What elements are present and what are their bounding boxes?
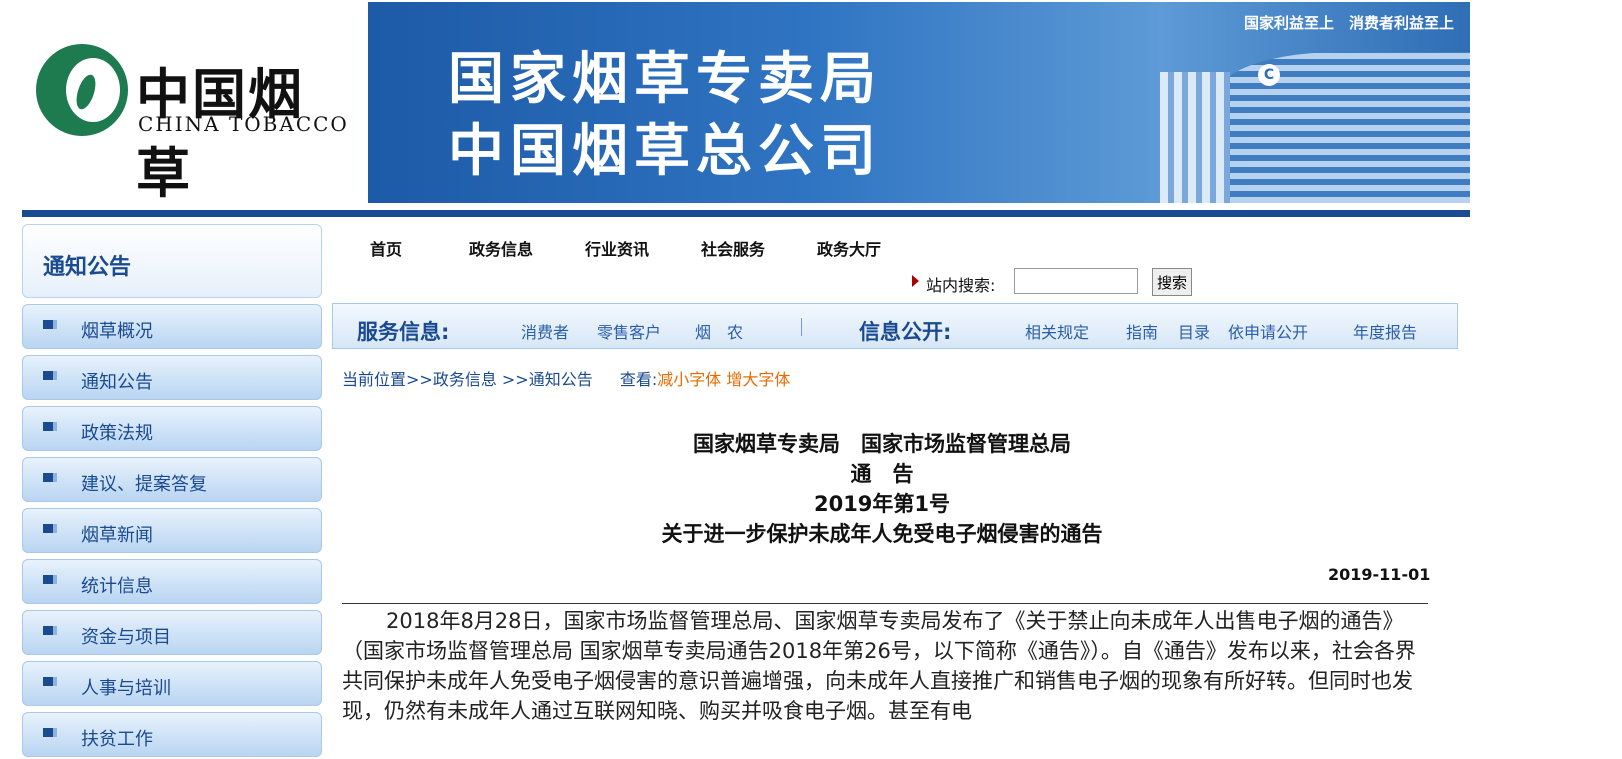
breadcrumb: 当前位置>>政务信息 >>通知公告 查看:减小字体 增大字体 <box>342 366 790 390</box>
nav-social-services[interactable]: 社会服务 <box>701 236 765 260</box>
article-body: 2018年8月28日，国家市场监督管理总局、国家烟草专卖局发布了《关于禁止向未成… <box>342 609 1416 723</box>
bullet-icon <box>43 626 57 635</box>
bullet-icon <box>43 320 57 329</box>
sidebar: 通知公告 烟草概况 通知公告 政策法规 建议、提案答复 烟草新闻 统计信息 资金… <box>22 224 322 757</box>
search-input[interactable] <box>1014 268 1138 294</box>
nav-home[interactable]: 首页 <box>370 236 402 260</box>
font-size-tools: 查看:减小字体 增大字体 <box>620 370 791 389</box>
sidebar-item-label: 通知公告 <box>81 372 153 393</box>
service-link-retailers[interactable]: 零售客户 <box>597 319 661 343</box>
sidebar-item-label: 扶贫工作 <box>81 729 153 750</box>
disclosure-link-guide[interactable]: 指南 <box>1126 319 1158 343</box>
banner-slogan: 国家利益至上 消费者利益至上 <box>1243 14 1454 32</box>
site-logo[interactable]: 中国烟草 CHINA TOBACCO <box>36 44 356 205</box>
bullet-icon <box>43 728 57 737</box>
sidebar-item-personnel[interactable]: 人事与培训 <box>22 661 322 706</box>
search-label: 站内搜索: <box>926 276 996 295</box>
article-title-line4: 关于进一步保护未成年人免受电子烟侵害的通告 <box>661 522 1103 546</box>
decrease-font-link[interactable]: 减小字体 <box>657 370 721 389</box>
bullet-icon <box>43 422 57 431</box>
breadcrumb-path[interactable]: 当前位置>>政务信息 >>通知公告 <box>342 370 593 389</box>
disclosure-link-catalog[interactable]: 目录 <box>1178 319 1210 343</box>
sidebar-item-label: 烟草新闻 <box>81 525 153 546</box>
search-button[interactable]: 搜索 <box>1152 268 1192 296</box>
bullet-icon <box>43 524 57 533</box>
article-title-line1: 国家烟草专卖局 国家市场监督管理总局 <box>693 432 1071 456</box>
sidebar-item-overview[interactable]: 烟草概况 <box>22 304 322 349</box>
divider <box>801 318 802 336</box>
sidebar-item-label: 人事与培训 <box>81 678 171 699</box>
china-tobacco-logo-icon <box>36 44 128 136</box>
building-logo-icon: C <box>1258 64 1280 86</box>
sidebar-item-news[interactable]: 烟草新闻 <box>22 508 322 553</box>
sidebar-heading-label: 通知公告 <box>43 255 132 280</box>
banner-title-line1: 国家烟草专卖局 <box>448 47 882 112</box>
nav-industry-news[interactable]: 行业资讯 <box>585 236 649 260</box>
sidebar-item-statistics[interactable]: 统计信息 <box>22 559 322 604</box>
service-info-heading: 服务信息: <box>357 320 450 344</box>
arrow-right-icon <box>912 275 919 287</box>
increase-font-link[interactable]: 增大字体 <box>726 370 790 389</box>
bullet-icon <box>43 473 57 482</box>
service-info-bar: 服务信息: 消费者 零售客户 烟 农 信息公开: 相关规定 指南 目录 依申请公… <box>332 303 1458 349</box>
sidebar-item-poverty[interactable]: 扶贫工作 <box>22 712 322 757</box>
banner-title-line2: 中国烟草总公司 <box>448 119 882 184</box>
sidebar-item-policies[interactable]: 政策法规 <box>22 406 322 451</box>
sidebar-heading: 通知公告 <box>22 224 322 298</box>
header-banner: 国家烟草专卖局 中国烟草总公司 国家利益至上 消费者利益至上 C <box>368 2 1470 203</box>
bullet-icon <box>43 575 57 584</box>
sidebar-item-label: 资金与项目 <box>81 627 171 648</box>
article-title-line3: 2019年第1号 <box>813 492 951 516</box>
service-link-farmers[interactable]: 烟 农 <box>695 319 743 343</box>
nav-government-info[interactable]: 政务信息 <box>469 236 533 260</box>
bullet-icon <box>43 371 57 380</box>
header-divider <box>22 210 1470 217</box>
disclosure-link-on-request[interactable]: 依申请公开 <box>1228 319 1308 343</box>
sidebar-item-label: 烟草概况 <box>81 321 153 342</box>
article-title-line2: 通 告 <box>850 462 914 486</box>
disclosure-link-annual-report[interactable]: 年度报告 <box>1353 319 1417 343</box>
service-link-consumers[interactable]: 消费者 <box>521 319 569 343</box>
sidebar-item-notices[interactable]: 通知公告 <box>22 355 322 400</box>
info-disclosure-heading: 信息公开: <box>859 320 952 344</box>
article-divider <box>342 603 1428 604</box>
logo-english-text: CHINA TOBACCO <box>138 112 349 136</box>
sidebar-item-funds[interactable]: 资金与项目 <box>22 610 322 655</box>
nav-service-hall[interactable]: 政务大厅 <box>817 236 881 260</box>
sidebar-item-label: 建议、提案答复 <box>81 474 207 495</box>
sidebar-item-label: 政策法规 <box>81 423 153 444</box>
sidebar-item-proposals[interactable]: 建议、提案答复 <box>22 457 322 502</box>
view-label: 查看: <box>619 370 658 389</box>
sidebar-item-label: 统计信息 <box>81 576 153 597</box>
article-date: 2019-11-01 <box>1328 565 1431 584</box>
bullet-icon <box>43 677 57 686</box>
disclosure-link-regulations[interactable]: 相关规定 <box>1025 319 1089 343</box>
